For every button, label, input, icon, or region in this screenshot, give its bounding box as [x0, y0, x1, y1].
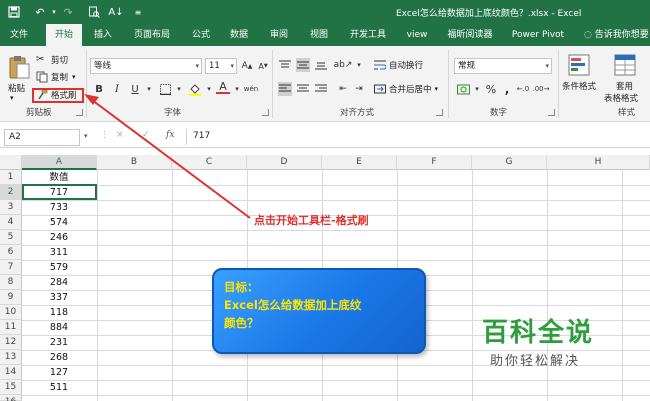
watermark-logo: 百科全说 — [482, 318, 595, 348]
instruction-callout: 点击开始工具栏-格式刷 — [254, 214, 369, 227]
goal-box: 目标： Excel怎么给数据加上底纹 颜色？ — [212, 268, 426, 354]
goal-line-1: Excel怎么给数据加上底纹 — [224, 298, 362, 312]
watermark-slogan: 助你轻松解决 — [490, 354, 581, 369]
goal-title: 目标： — [224, 280, 259, 294]
arrow-line — [91, 99, 251, 219]
goal-line-2: 颜色？ — [224, 316, 259, 330]
